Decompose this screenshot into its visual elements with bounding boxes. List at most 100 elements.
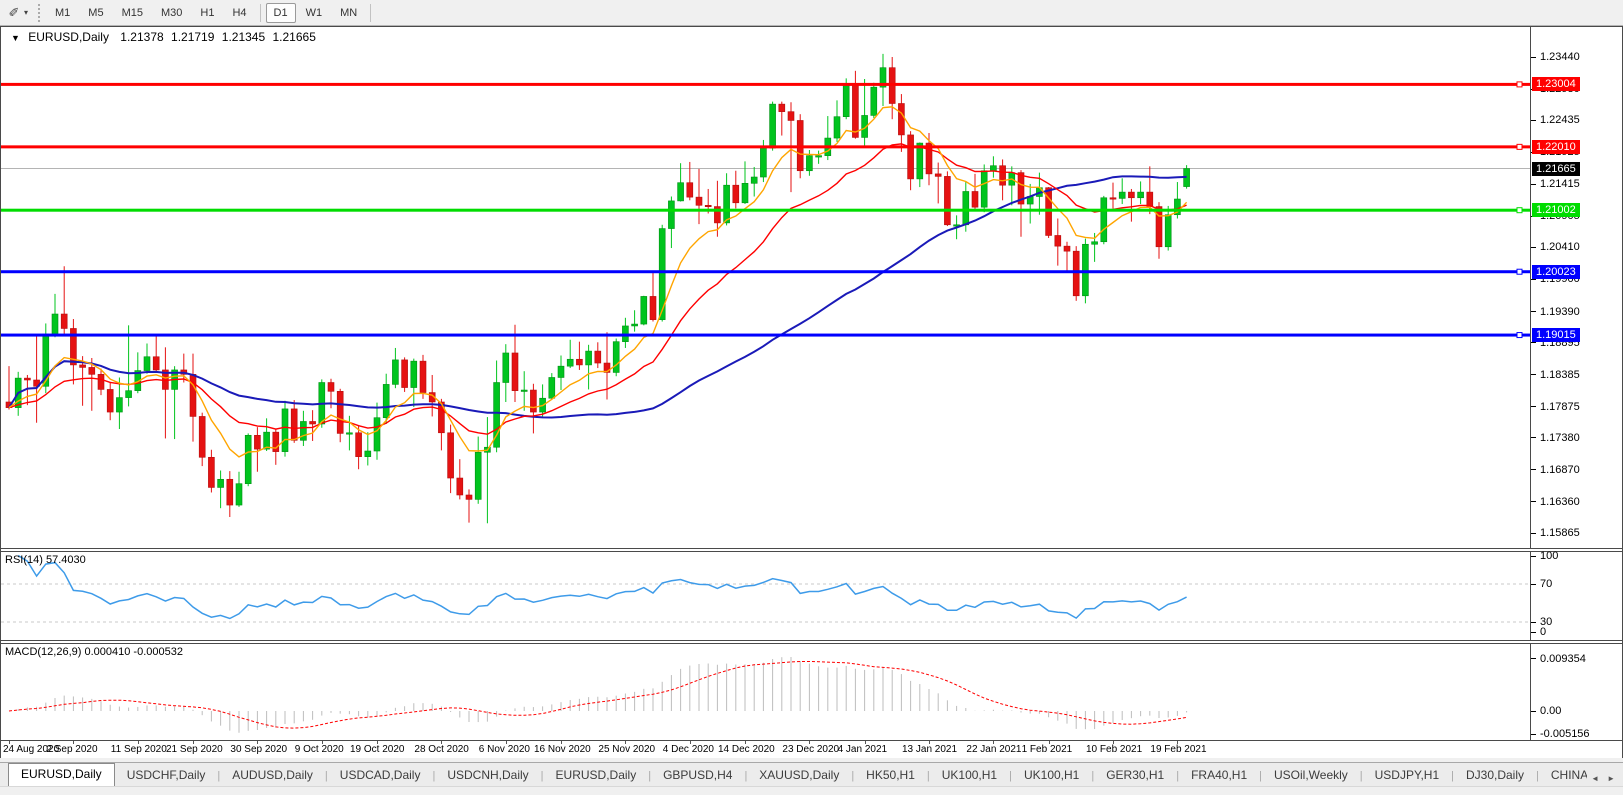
macd-tick-label[interactable]: -0.005156 [1540, 728, 1590, 740]
date-label[interactable]: 21 Sep 2020 [166, 744, 223, 755]
scroll-right-icon[interactable]: ► [1603, 771, 1619, 786]
date-label[interactable]: 10 Feb 2021 [1086, 744, 1142, 755]
date-label[interactable]: 25 Nov 2020 [598, 744, 655, 755]
date-label[interactable]: 1 Feb 2021 [1022, 744, 1073, 755]
timeframe-button-m5[interactable]: M5 [80, 3, 111, 23]
timeframe-button-m15[interactable]: M15 [114, 3, 151, 23]
line-handle[interactable] [1517, 333, 1522, 338]
chart-tab-usdjpy-h1[interactable]: USDJPY,H1 [1363, 765, 1451, 786]
price-tag[interactable]: 1.23004 [1532, 77, 1580, 91]
timeframe-button-m30[interactable]: M30 [153, 3, 190, 23]
timeframe-button-d1[interactable]: D1 [266, 3, 296, 23]
horizontal-level-line[interactable] [1, 145, 1530, 148]
price-tick-label[interactable]: 1.19390 [1540, 306, 1580, 318]
chart-tab-china300-h1[interactable]: CHINA300,H1 [1539, 765, 1587, 786]
axis-tick[interactable] [1531, 120, 1536, 121]
line-handle[interactable] [1517, 269, 1522, 274]
timeframe-button-h1[interactable]: H1 [192, 3, 222, 23]
date-label[interactable]: 16 Nov 2020 [534, 744, 591, 755]
axis-tick[interactable] [1531, 501, 1536, 502]
date-label[interactable]: 19 Oct 2020 [350, 744, 404, 755]
price-tag[interactable]: 1.21002 [1532, 203, 1580, 217]
chart-tab-eurusd-daily[interactable]: EURUSD,Daily [8, 763, 115, 786]
price-tick-label[interactable]: 1.18385 [1540, 369, 1580, 381]
rsi-tick-label[interactable]: 0 [1540, 626, 1546, 638]
chart-tab-gbpusd-h4[interactable]: GBPUSD,H4 [651, 765, 744, 786]
date-label[interactable]: 4 Dec 2020 [663, 744, 714, 755]
chart-tab-usdchf-daily[interactable]: USDCHF,Daily [115, 765, 218, 786]
horizontal-level-line[interactable] [1, 83, 1530, 86]
axis-tick[interactable] [1531, 57, 1536, 58]
date-label[interactable]: 2 Sep 2020 [46, 744, 97, 755]
chart-tab-usdcnh-daily[interactable]: USDCNH,Daily [435, 765, 540, 786]
axis-tick[interactable] [1531, 584, 1536, 585]
date-label[interactable]: 6 Nov 2020 [479, 744, 530, 755]
horizontal-level-line[interactable] [1, 209, 1530, 212]
date-label[interactable]: 4 Jan 2021 [838, 744, 888, 755]
axis-tick[interactable] [1531, 469, 1536, 470]
scroll-left-icon[interactable]: ◄ [1587, 771, 1603, 786]
axis-tick[interactable] [1531, 184, 1536, 185]
price-tick-label[interactable]: 1.16360 [1540, 496, 1580, 508]
chart-tab-usdcad-daily[interactable]: USDCAD,Daily [328, 765, 433, 786]
horizontal-level-line[interactable] [1, 270, 1530, 273]
axis-tick[interactable] [1531, 374, 1536, 375]
date-axis[interactable]: 24 Aug 20202 Sep 202011 Sep 202021 Sep 2… [1, 741, 1622, 758]
axis-tick[interactable] [1531, 406, 1536, 407]
line-handle[interactable] [1517, 144, 1522, 149]
axis-tick[interactable] [1531, 342, 1536, 343]
chart-tab-hk50-h1[interactable]: HK50,H1 [854, 765, 927, 786]
date-label[interactable]: 9 Oct 2020 [295, 744, 344, 755]
date-label[interactable]: 28 Oct 2020 [414, 744, 468, 755]
rsi-tick-label[interactable]: 100 [1540, 550, 1558, 562]
axis-tick[interactable] [1531, 632, 1536, 633]
timeframe-button-w1[interactable]: W1 [298, 3, 331, 23]
axis-tick[interactable] [1531, 622, 1536, 623]
date-label[interactable]: 19 Feb 2021 [1150, 744, 1206, 755]
chevron-down-icon[interactable]: ▾ [24, 8, 28, 17]
date-label[interactable]: 13 Jan 2021 [902, 744, 957, 755]
timeframe-button-m1[interactable]: M1 [47, 3, 78, 23]
price-tick-label[interactable]: 1.17875 [1540, 401, 1580, 413]
chart-tab-audusd-daily[interactable]: AUDUSD,Daily [220, 765, 325, 786]
axis-tick[interactable] [1531, 247, 1536, 248]
chart-tab-fra40-h1[interactable]: FRA40,H1 [1179, 765, 1259, 786]
timeframe-button-mn[interactable]: MN [332, 3, 365, 23]
chart-tab-dj30-daily[interactable]: DJ30,Daily [1454, 765, 1536, 786]
chart-tab-uk100-h1[interactable]: UK100,H1 [930, 765, 1009, 786]
price-tag[interactable]: 1.21665 [1532, 162, 1580, 176]
macd-tick-label[interactable]: 0.00 [1540, 705, 1561, 717]
price-tag[interactable]: 1.19015 [1532, 328, 1580, 342]
timeframe-button-h4[interactable]: H4 [224, 3, 254, 23]
date-label[interactable]: 22 Jan 2021 [966, 744, 1021, 755]
price-tick-label[interactable]: 1.17380 [1540, 432, 1580, 444]
toolbar-grip[interactable] [38, 4, 40, 22]
chart-tab-uk100-h1[interactable]: UK100,H1 [1012, 765, 1091, 786]
date-label[interactable]: 23 Dec 2020 [782, 744, 839, 755]
price-tick-label[interactable]: 1.16870 [1540, 464, 1580, 476]
axis-tick[interactable] [1531, 533, 1536, 534]
price-tick-label[interactable]: 1.15865 [1540, 527, 1580, 539]
chart-tab-ger30-h1[interactable]: GER30,H1 [1094, 765, 1176, 786]
macd-tick-label[interactable]: 0.009354 [1540, 653, 1586, 665]
axis-tick[interactable] [1531, 311, 1536, 312]
horizontal-level-line[interactable] [1, 334, 1530, 337]
axis-tick[interactable] [1531, 734, 1536, 735]
line-studies-icon[interactable]: ✐ [4, 4, 24, 22]
price-tick-label[interactable]: 1.22435 [1540, 114, 1580, 126]
price-tick-label[interactable]: 1.23440 [1540, 51, 1580, 63]
rsi-tick-label[interactable]: 70 [1540, 578, 1552, 590]
price-tick-label[interactable]: 1.20410 [1540, 241, 1580, 253]
line-handle[interactable] [1517, 82, 1522, 87]
axis-tick[interactable] [1531, 437, 1536, 438]
chart-tab-xauusd-daily[interactable]: XAUUSD,Daily [747, 765, 851, 786]
price-tag[interactable]: 1.22010 [1532, 140, 1580, 154]
date-label[interactable]: 14 Dec 2020 [718, 744, 775, 755]
price-axis[interactable]: 1.234401.229301.224351.219251.214151.209… [1530, 27, 1622, 548]
price-tick-label[interactable]: 1.21415 [1540, 178, 1580, 190]
axis-tick[interactable] [1531, 658, 1536, 659]
price-tag[interactable]: 1.20023 [1532, 265, 1580, 279]
axis-tick[interactable] [1531, 279, 1536, 280]
axis-tick[interactable] [1531, 556, 1536, 557]
date-label[interactable]: 11 Sep 2020 [111, 744, 167, 755]
